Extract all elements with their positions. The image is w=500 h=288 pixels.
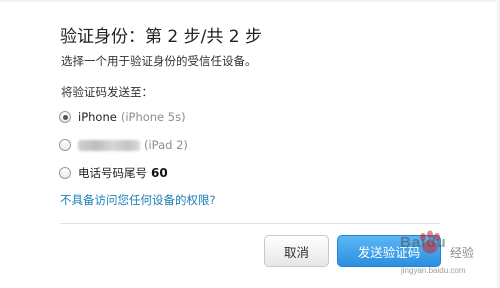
device-model: (iPhone 5s): [120, 110, 186, 124]
watermark-text: 经验: [450, 246, 475, 260]
divider: [60, 223, 440, 224]
instruction-text: 选择一个用于验证身份的受信任设备。: [61, 54, 257, 68]
verify-identity-dialog: 验证身份：第 2 步/共 2 步 选择一个用于验证身份的受信任设备。 将验证码发…: [0, 0, 500, 288]
send-to-label: 将验证码发送至：: [61, 85, 153, 99]
dialog-title: 验证身份：第 2 步/共 2 步: [60, 27, 262, 47]
dialog-right-edge: [496, 0, 500, 288]
radio-button-selected[interactable]: [59, 111, 71, 123]
phone-number-suffix: 60: [151, 166, 168, 180]
radio-button[interactable]: [59, 139, 71, 151]
device-model: (iPad 2): [144, 138, 188, 152]
no-device-access-link[interactable]: 不具备访问您任何设备的权限?: [60, 192, 216, 208]
cancel-button[interactable]: 取消: [264, 235, 329, 267]
phone-number-label: 电话号码尾号: [78, 166, 147, 180]
device-option-iphone[interactable]: iPhone (iPhone 5s): [59, 109, 186, 125]
device-option-phone-number[interactable]: 电话号码尾号 60: [59, 165, 168, 181]
device-name: iPhone: [78, 110, 117, 124]
obscured-device-name: [78, 139, 140, 151]
device-option-ipad[interactable]: (iPad 2): [59, 137, 188, 153]
watermark-url: jingyan.baidu.com: [401, 266, 466, 275]
send-code-button[interactable]: 发送验证码: [337, 235, 441, 267]
radio-button[interactable]: [59, 167, 71, 179]
dialog-top-edge: [0, 0, 500, 2]
